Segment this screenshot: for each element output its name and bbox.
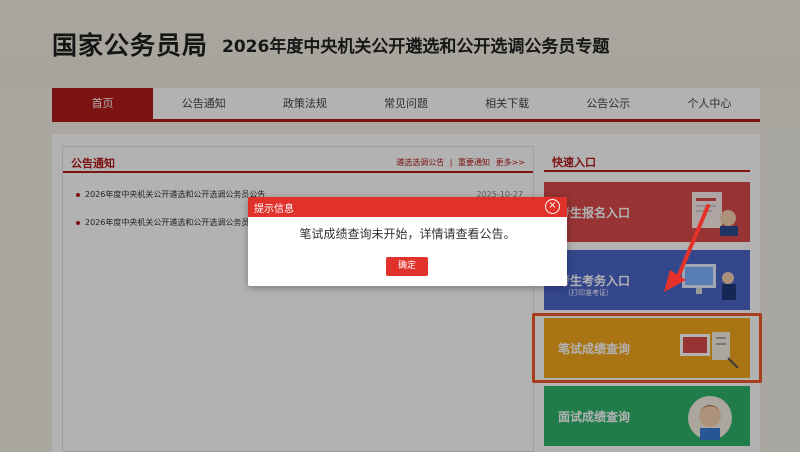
close-icon[interactable]: × bbox=[545, 199, 560, 214]
alert-dialog: 提示信息 × 笔试成绩查询未开始，详情请查看公告。 确定 bbox=[248, 197, 567, 286]
dialog-title: 提示信息 bbox=[254, 204, 294, 215]
pointer-arrow-icon bbox=[664, 204, 710, 292]
dialog-header: 提示信息 × bbox=[248, 197, 567, 217]
dialog-message: 笔试成绩查询未开始，详情请查看公告。 bbox=[299, 227, 516, 241]
confirm-button[interactable]: 确定 bbox=[386, 257, 428, 276]
